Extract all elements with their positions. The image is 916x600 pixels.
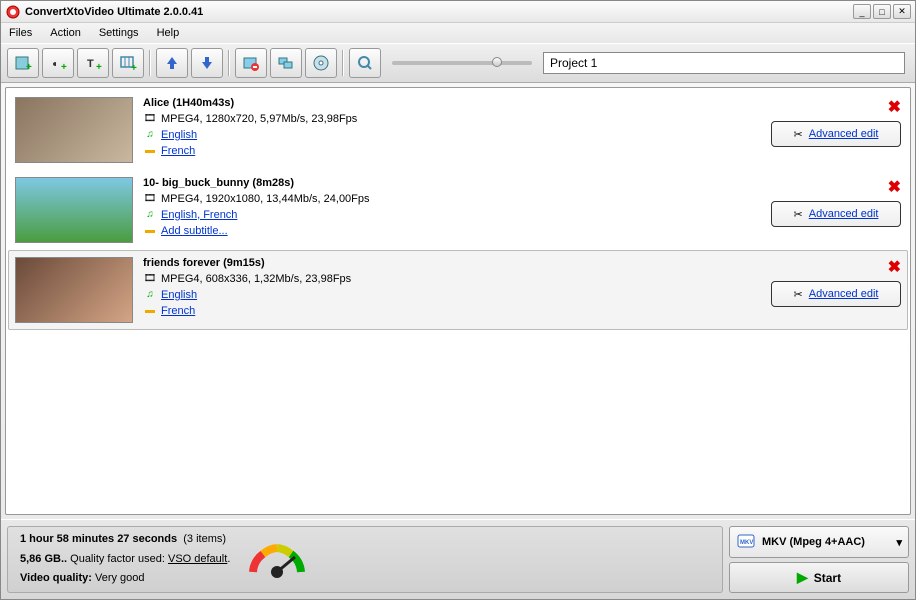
add-subtitle-button[interactable]: T+ — [77, 48, 109, 78]
window-title: ConvertXtoVideo Ultimate 2.0.0.41 — [25, 6, 853, 18]
subtitle-link[interactable]: French — [161, 145, 195, 157]
menubar: Files Action Settings Help — [1, 23, 915, 43]
item-title: 10- big_buck_bunny (8m28s) — [143, 177, 901, 189]
audio-icon: ♫ — [143, 208, 157, 222]
start-label: Start — [814, 571, 841, 585]
advanced-edit-label: Advanced edit — [809, 288, 879, 300]
advanced-edit-button[interactable]: ✂ Advanced edit — [771, 281, 901, 307]
item-title: Alice (1H40m43s) — [143, 97, 901, 109]
format-text: MPEG4, 608x336, 1,32Mb/s, 23,98Fps — [161, 273, 351, 285]
film-icon: 🎞 — [143, 272, 157, 286]
toolbar-divider — [228, 50, 230, 76]
thumbnail — [15, 97, 133, 163]
move-down-button[interactable] — [191, 48, 223, 78]
toolbar-divider — [149, 50, 151, 76]
audio-link[interactable]: English, French — [161, 209, 237, 221]
file-list: Alice (1H40m43s) 🎞 MPEG4, 1280x720, 5,97M… — [5, 87, 911, 515]
size-text: 5,86 GB.. — [20, 553, 67, 565]
item-count: (3 items) — [183, 533, 226, 545]
slider-thumb[interactable] — [492, 57, 502, 67]
menu-settings[interactable]: Settings — [99, 27, 139, 39]
audio-icon: ♫ — [143, 128, 157, 142]
advanced-edit-label: Advanced edit — [809, 208, 879, 220]
svg-text:+: + — [26, 62, 32, 72]
scissors-icon: ✂ — [794, 208, 803, 221]
maximize-button[interactable]: □ — [873, 4, 891, 19]
svg-text:+: + — [61, 62, 67, 72]
right-controls: MKV MKV (Mpeg 4+AAC) ▾ ▶ Start — [729, 526, 909, 593]
menu-action[interactable]: Action — [50, 27, 81, 39]
film-icon: 🎞 — [143, 112, 157, 126]
film-icon: 🎞 — [143, 192, 157, 206]
format-text: MPEG4, 1920x1080, 13,44Mb/s, 24,00Fps — [161, 193, 370, 205]
list-item[interactable]: Alice (1H40m43s) 🎞 MPEG4, 1280x720, 5,97M… — [8, 90, 908, 170]
add-file-button[interactable]: + — [7, 48, 39, 78]
subtitle-link[interactable]: French — [161, 305, 195, 317]
add-audio-button[interactable]: + — [42, 48, 74, 78]
preview-button[interactable] — [349, 48, 381, 78]
audio-link[interactable]: English — [161, 129, 197, 141]
thumbnail — [15, 257, 133, 323]
zoom-slider[interactable] — [392, 61, 532, 65]
mkv-icon: MKV — [736, 531, 756, 554]
svg-text:+: + — [96, 62, 102, 72]
delete-button[interactable]: ✖ — [888, 97, 901, 117]
delete-button[interactable]: ✖ — [888, 177, 901, 197]
remove-button[interactable] — [235, 48, 267, 78]
svg-text:MKV: MKV — [740, 540, 753, 546]
item-title: friends forever (9m15s) — [143, 257, 901, 269]
audio-link[interactable]: English — [161, 289, 197, 301]
play-icon: ▶ — [797, 569, 808, 586]
format-label: MKV (Mpeg 4+AAC) — [762, 536, 865, 548]
project-name-input[interactable] — [543, 52, 905, 74]
video-quality-label: Video quality: — [20, 572, 92, 584]
add-chapter-button[interactable]: + — [112, 48, 144, 78]
move-up-button[interactable] — [156, 48, 188, 78]
footer: 1 hour 58 minutes 27 seconds (3 items) 5… — [1, 519, 915, 599]
status-text: 1 hour 58 minutes 27 seconds (3 items) 5… — [20, 530, 230, 589]
duration-text: 1 hour 58 minutes 27 seconds — [20, 533, 177, 545]
format-text: MPEG4, 1280x720, 5,97Mb/s, 23,98Fps — [161, 113, 357, 125]
scissors-icon: ✂ — [794, 288, 803, 301]
minimize-button[interactable]: _ — [853, 4, 871, 19]
scissors-icon: ✂ — [794, 128, 803, 141]
toolbar: + + T+ + — [1, 43, 915, 83]
status-box: 1 hour 58 minutes 27 seconds (3 items) 5… — [7, 526, 723, 593]
subtitle-icon: ▬ — [143, 224, 157, 238]
output-format-select[interactable]: MKV MKV (Mpeg 4+AAC) ▾ — [729, 526, 909, 558]
app-window: ConvertXtoVideo Ultimate 2.0.0.41 _ □ ✕ … — [0, 0, 916, 600]
advanced-edit-label: Advanced edit — [809, 128, 879, 140]
advanced-edit-button[interactable]: ✂ Advanced edit — [771, 201, 901, 227]
advanced-edit-button[interactable]: ✂ Advanced edit — [771, 121, 901, 147]
subtitle-link[interactable]: Add subtitle... — [161, 225, 228, 237]
window-buttons: _ □ ✕ — [853, 4, 911, 19]
list-item[interactable]: 10- big_buck_bunny (8m28s) 🎞 MPEG4, 1920x… — [8, 170, 908, 250]
thumbnail — [15, 177, 133, 243]
start-button[interactable]: ▶ Start — [729, 562, 909, 593]
chevron-down-icon: ▾ — [896, 536, 902, 549]
quality-gauge — [242, 530, 312, 590]
app-icon — [5, 4, 21, 20]
quality-factor-link[interactable]: VSO default — [168, 553, 227, 565]
svg-text:+: + — [131, 63, 137, 72]
close-button[interactable]: ✕ — [893, 4, 911, 19]
subtitle-icon: ▬ — [143, 144, 157, 158]
delete-button[interactable]: ✖ — [888, 257, 901, 277]
list-item[interactable]: friends forever (9m15s) 🎞 MPEG4, 608x336,… — [8, 250, 908, 330]
toolbar-divider — [342, 50, 344, 76]
merge-button[interactable] — [270, 48, 302, 78]
audio-icon: ♫ — [143, 288, 157, 302]
video-quality-value: Very good — [95, 572, 145, 584]
burn-button[interactable] — [305, 48, 337, 78]
menu-help[interactable]: Help — [157, 27, 180, 39]
svg-text:T: T — [87, 58, 94, 70]
quality-factor-label: Quality factor used: — [70, 553, 165, 565]
subtitle-icon: ▬ — [143, 304, 157, 318]
menu-files[interactable]: Files — [9, 27, 32, 39]
titlebar: ConvertXtoVideo Ultimate 2.0.0.41 _ □ ✕ — [1, 1, 915, 23]
